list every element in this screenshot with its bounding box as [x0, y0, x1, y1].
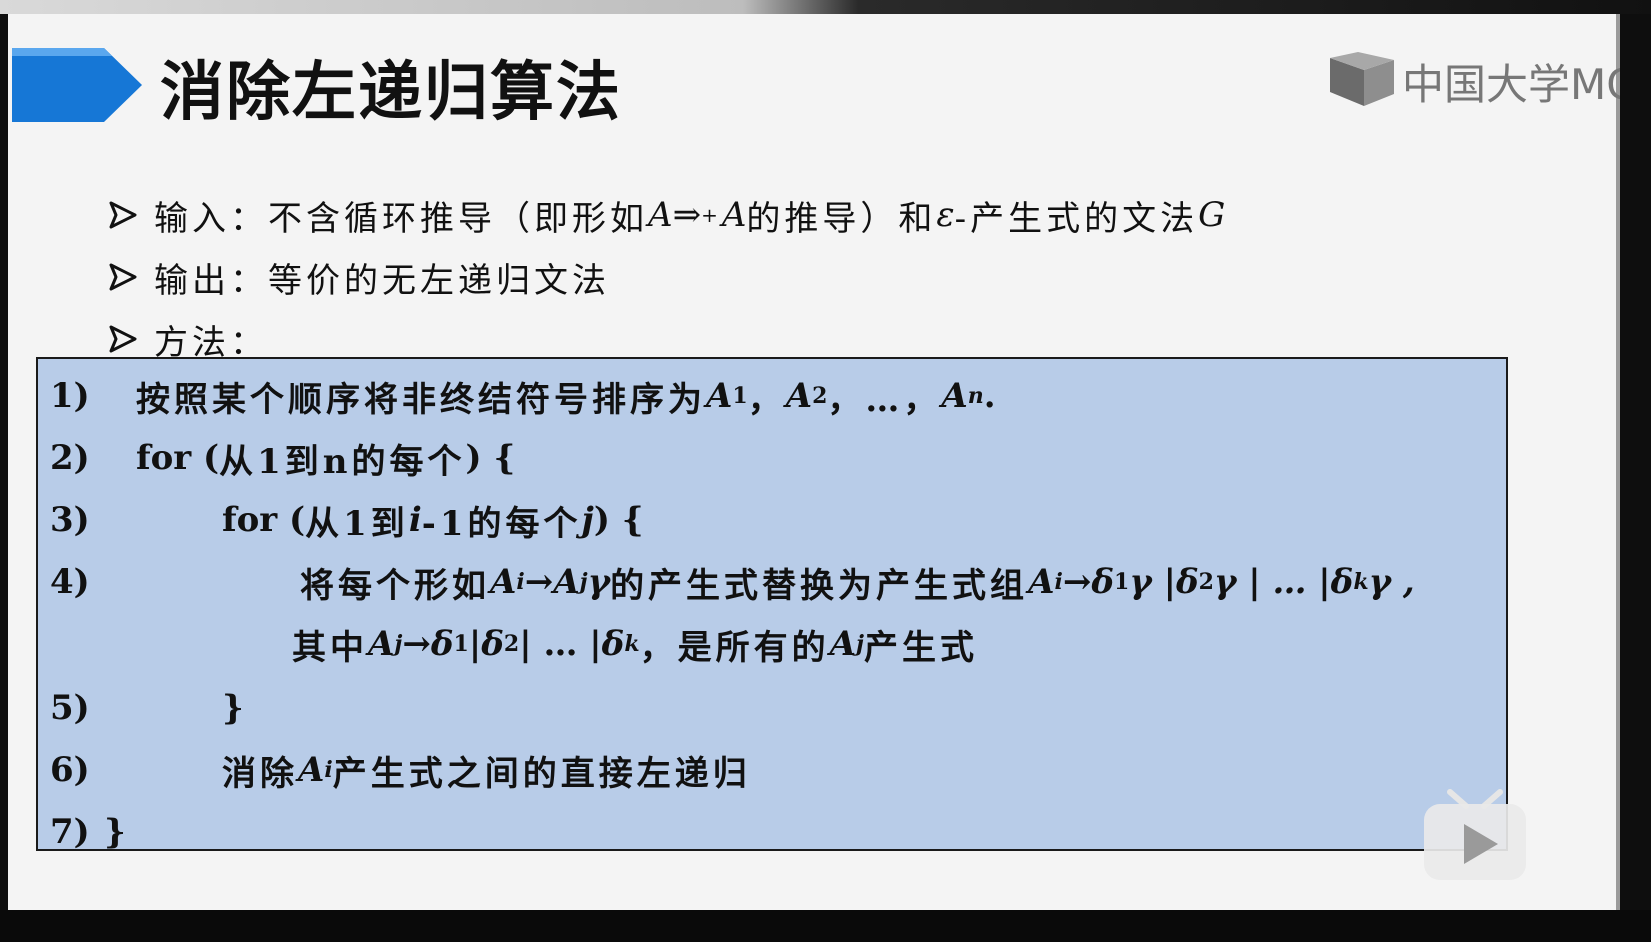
slide-title: 消除左递归算法: [160, 56, 622, 130]
player-bottom-bar: [0, 910, 1651, 942]
gamma-bar: γ |: [1129, 562, 1176, 602]
var-j: j: [581, 500, 594, 540]
algo-line-2: 2) for ( 从1到n的每个 ) {: [50, 433, 515, 483]
line-number: 6): [50, 750, 90, 790]
line-number: 1): [50, 376, 90, 416]
delta: δ: [1175, 562, 1199, 602]
output-label: 输出：: [154, 260, 268, 301]
bullet-output: 输出： 等价的无左递归文法: [108, 246, 1225, 308]
input-text-1: 不含循环推导（即形如: [268, 198, 648, 239]
bar: |: [468, 624, 482, 664]
delta: δ: [430, 624, 454, 664]
algo-line-5: 5) }: [50, 683, 244, 733]
var-a: A: [829, 624, 856, 664]
line-3-text: 从1到: [305, 503, 409, 544]
period: .: [983, 376, 996, 416]
line-number: 5): [50, 688, 90, 728]
var-a: A: [1028, 562, 1055, 602]
var-a: A: [553, 562, 580, 602]
brace-open: ) {: [465, 438, 516, 478]
for-keyword: for (: [222, 500, 306, 540]
input-epsilon: ε: [936, 195, 955, 235]
algo-line-4b: 其中 Aj → δ1 | δ2 | … | δk ，是所有的 Aj 产生式: [50, 619, 978, 669]
input-var-a1: A: [648, 195, 673, 235]
line-3-text-2: -1的每个: [421, 503, 582, 544]
line-6-text-2: 产生式之间的直接左递归: [332, 753, 751, 794]
arrowhead-bullet-icon: [108, 262, 138, 292]
line-6-text: 消除: [222, 753, 298, 794]
var-a: A: [298, 750, 325, 790]
input-text-2: 的推导）和: [746, 198, 937, 239]
for-keyword: for (: [136, 438, 220, 478]
book-logo-icon: [1330, 52, 1394, 106]
var-a: A: [941, 376, 968, 416]
title-banner-arrow-icon: [12, 48, 142, 122]
brand-watermark: 中国大学MC: [1328, 46, 1620, 116]
line-2-text: 从1到n的每个: [219, 441, 466, 482]
gamma-bar: γ | … |: [1213, 562, 1331, 602]
input-text-3: -产生式的文法: [954, 198, 1199, 239]
brace-open: ) {: [593, 500, 644, 540]
production-arrow: →: [524, 562, 554, 602]
input-derive-arrow: ⇒: [672, 195, 702, 235]
line-4-text: 将每个形如: [300, 565, 490, 606]
bar: | … |: [519, 624, 602, 664]
input-var-a2: A: [721, 195, 747, 235]
production-arrow: →: [1062, 562, 1092, 602]
line-number: 2): [50, 438, 90, 478]
var-a: A: [706, 376, 733, 416]
line-number: 7): [50, 812, 90, 851]
var-a: A: [490, 562, 517, 602]
brand-text: 中国大学MC: [1402, 59, 1620, 109]
gamma: γ: [587, 562, 611, 602]
algo-line-4: 4) 将每个形如 Ai → Aj γ 的产生式替换为产生式组 Ai → δ1 γ…: [50, 557, 1415, 607]
line-number: 3): [50, 500, 90, 540]
delta: δ: [1330, 562, 1354, 602]
algo-line-6: 6) 消除 Ai 产生式之间的直接左递归: [50, 745, 751, 795]
arrowhead-bullet-icon: [108, 324, 138, 354]
algo-line-3: 3) for ( 从1到 i -1的每个 j ) {: [50, 495, 644, 545]
input-label: 输入：: [154, 198, 268, 239]
line-4b-text-2: ，是所有的: [639, 627, 830, 668]
delta: δ: [1091, 562, 1114, 602]
line-4b-text: 其中: [292, 627, 368, 668]
gamma-comma: γ ,: [1368, 562, 1415, 602]
delta: δ: [601, 624, 625, 664]
line-1-text: 按照某个顺序将非终结符号排序为: [136, 379, 706, 420]
var-i: i: [408, 500, 422, 540]
var-a: A: [785, 376, 813, 416]
input-grammar-g: G: [1198, 195, 1226, 235]
brace-close: }: [104, 812, 126, 851]
algo-line-1: 1) 按照某个顺序将非终结符号排序为 A1 ， A2 ，…， An .: [50, 371, 996, 421]
arrowhead-bullet-icon: [108, 200, 138, 230]
play-button-icon[interactable]: [1420, 788, 1530, 884]
delta: δ: [481, 624, 504, 664]
window-top-bar: [0, 0, 1651, 14]
bullet-list: 输入： 不含循环推导（即形如 A ⇒ + A 的推导）和 ε -产生式的文法 G 输…: [108, 184, 1225, 370]
separator: ，: [747, 379, 786, 420]
output-text: 等价的无左递归文法: [268, 260, 610, 301]
algo-line-7: 7) }: [50, 807, 126, 851]
line-number: 4): [50, 562, 90, 602]
var-a: A: [368, 624, 395, 664]
line-4b-text-3: 产生式: [863, 627, 978, 668]
bullet-input: 输入： 不含循环推导（即形如 A ⇒ + A 的推导）和 ε -产生式的文法 G: [108, 184, 1225, 246]
brace-close: }: [222, 688, 244, 728]
algorithm-box: 1) 按照某个顺序将非终结符号排序为 A1 ， A2 ，…， An . 2) f…: [36, 357, 1508, 851]
line-4-text-2: 的产生式替换为产生式组: [610, 565, 1029, 606]
production-arrow: →: [402, 624, 431, 664]
separator: ，…，: [827, 379, 942, 420]
